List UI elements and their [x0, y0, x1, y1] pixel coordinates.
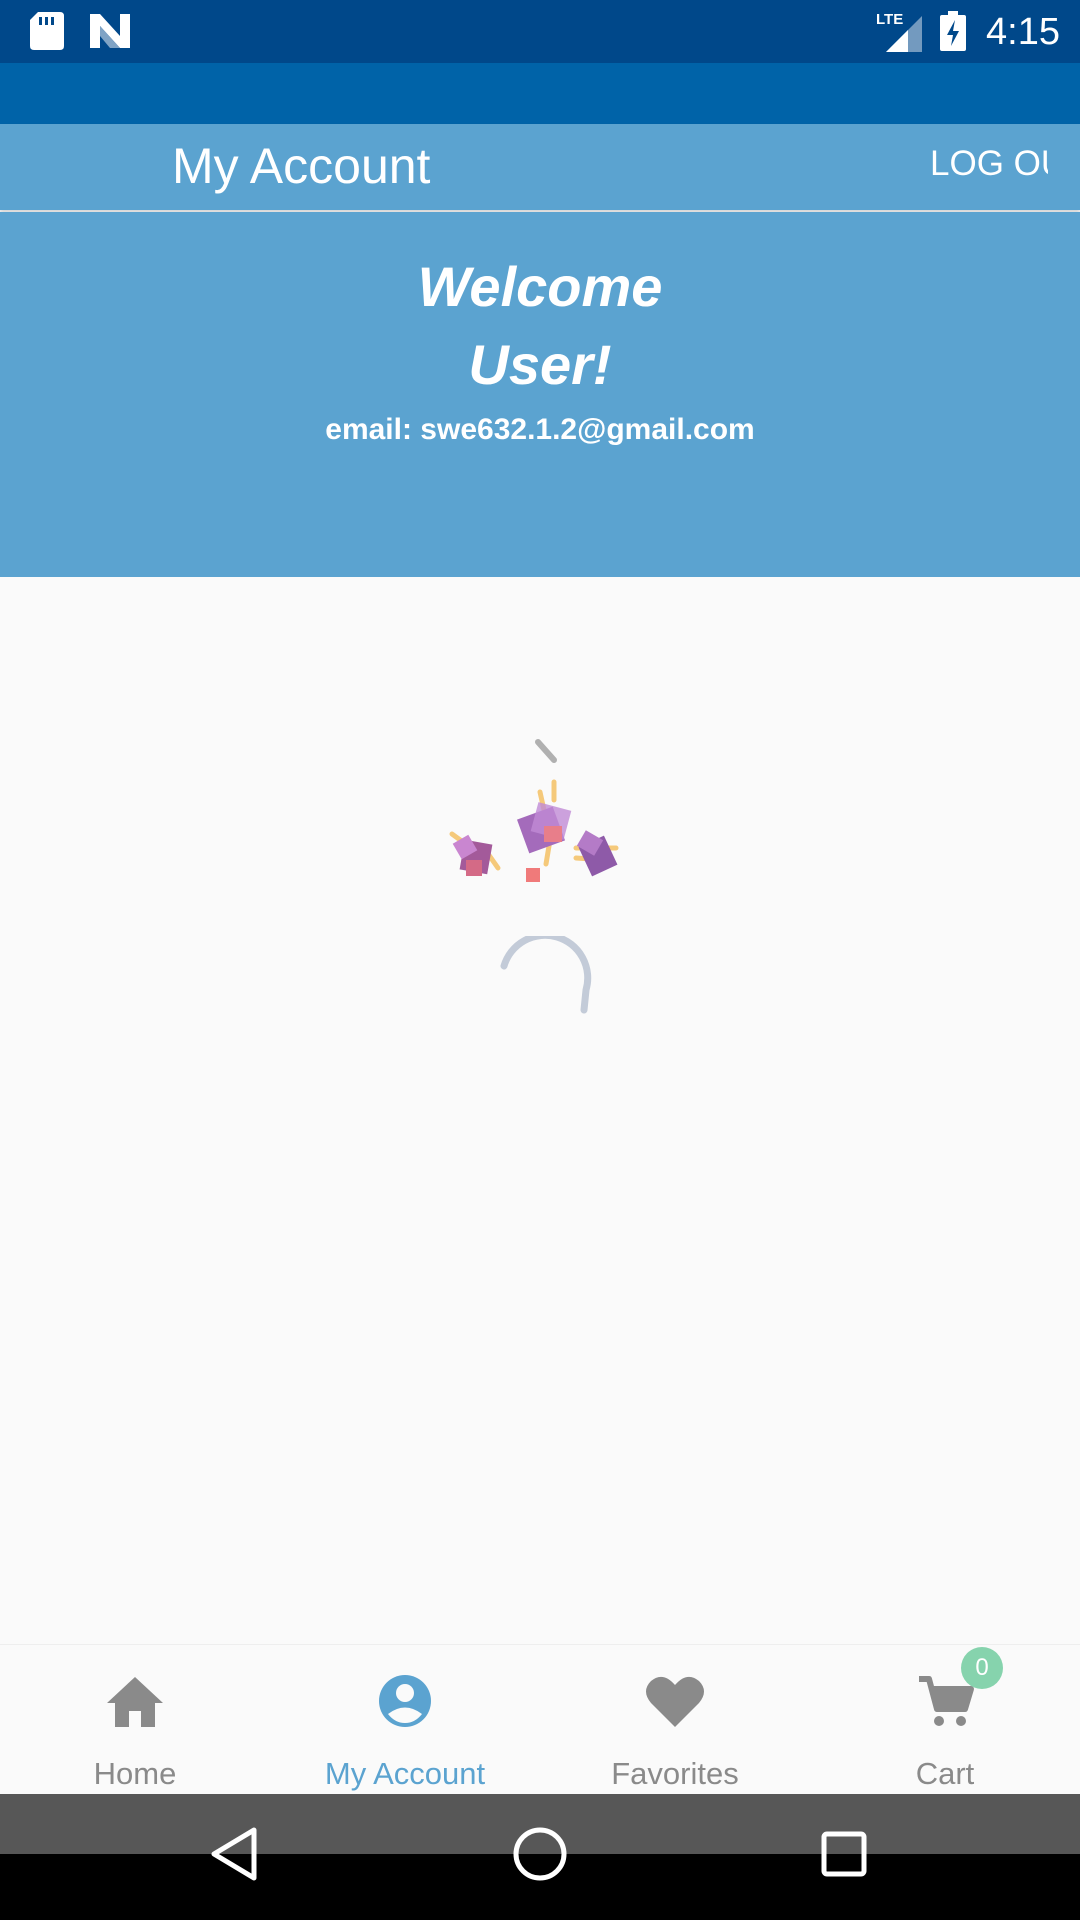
- account-circle-icon: [379, 1675, 431, 1727]
- home-icon: [107, 1677, 163, 1727]
- nav-label-cart: Cart: [915, 1756, 975, 1791]
- status-clock: 4:15: [986, 11, 1060, 53]
- n-notification-icon: [90, 14, 130, 48]
- cart-count-badge: 0: [961, 1647, 1003, 1689]
- loading-confetti-animation: [449, 739, 619, 882]
- nav-item-home[interactable]: Home: [0, 1645, 270, 1795]
- recents-icon[interactable]: [814, 1824, 874, 1884]
- toolbar-strip: [0, 63, 1080, 124]
- loading-spinner: [500, 936, 592, 1014]
- battery-charging-icon: [940, 11, 966, 51]
- page-title: My Account: [172, 138, 431, 194]
- nav-item-my-account[interactable]: My Account: [270, 1645, 540, 1795]
- sd-card-icon: [30, 12, 64, 50]
- status-bar: LTE 4:15: [0, 0, 1080, 63]
- back-icon[interactable]: [206, 1824, 266, 1884]
- welcome-heading: Welcome: [417, 255, 663, 318]
- welcome-username: User!: [468, 333, 612, 396]
- app-bar: My Account LOG OUT: [0, 124, 1080, 210]
- bottom-navigation: Home My Account Favorites Cart: [0, 1644, 1080, 1794]
- svg-text:LTE: LTE: [876, 11, 903, 28]
- nav-item-cart[interactable]: Cart: [810, 1645, 1080, 1795]
- system-navigation-bar: [0, 1794, 1080, 1920]
- logout-button[interactable]: LOG OUT: [930, 142, 1048, 186]
- lte-signal-icon: LTE: [876, 11, 922, 52]
- nav-label-home: Home: [93, 1756, 177, 1791]
- nav-item-favorites[interactable]: Favorites: [540, 1645, 810, 1795]
- nav-label-favorites: Favorites: [611, 1756, 739, 1791]
- home-circle-icon[interactable]: [510, 1824, 570, 1884]
- welcome-header: Welcome User! email: swe632.1.2@gmail.co…: [0, 212, 1080, 577]
- heart-icon: [646, 1676, 704, 1727]
- user-email: email: swe632.1.2@gmail.com: [325, 413, 755, 446]
- nav-label-my-account: My Account: [324, 1756, 486, 1791]
